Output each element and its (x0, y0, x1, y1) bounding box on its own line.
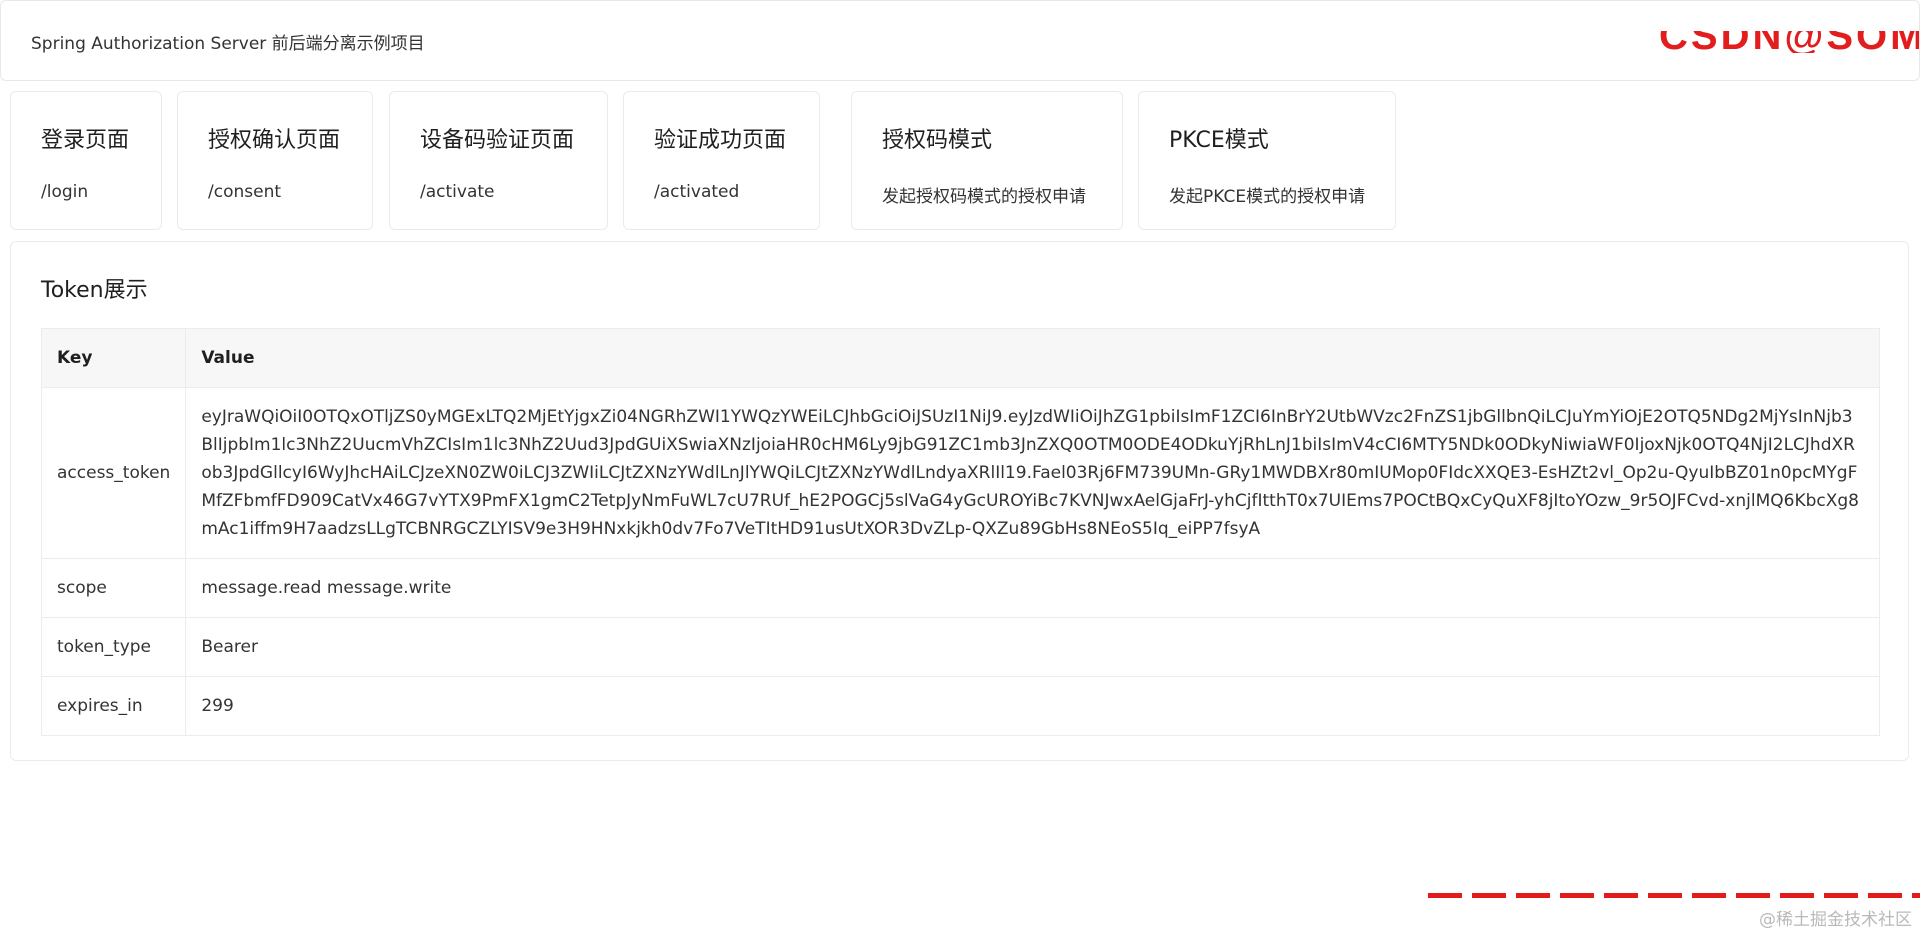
card-activate[interactable]: 设备码验证页面 /activate (389, 91, 608, 230)
token-panel: Token展示 Key Value access_token eyJraWQiO… (10, 241, 1909, 761)
watermark-bottom-text: @稀土掘金技术社区 (1759, 910, 1912, 930)
row-key: scope (40, 558, 187, 618)
column-header-value: Value (185, 328, 1880, 388)
card-pkce[interactable]: PKCE模式 发起PKCE模式的授权申请 (1138, 91, 1396, 230)
card-title: 授权确认页面 (208, 128, 341, 153)
card-title: 验证成功页面 (654, 128, 787, 153)
card-authorization-code[interactable]: 授权码模式 发起授权码模式的授权申请 (851, 91, 1123, 230)
card-desc: 发起授权码模式的授权申请 (882, 187, 1086, 207)
row-value: 299 (185, 676, 1880, 736)
card-desc: /activate (420, 182, 495, 202)
row-value: Bearer (185, 617, 1880, 677)
table-header-row: Key Value (40, 328, 1880, 388)
table-row: expires_in 299 (40, 676, 1880, 736)
app-header: Spring Authorization Server 前后端分离示例项目 CS… (0, 0, 1920, 81)
card-login[interactable]: 登录页面 /login (10, 91, 162, 230)
row-value: eyJraWQiOiI0OTQxOTljZS0yMGExLTQ2MjEtYjgx… (185, 387, 1880, 559)
table-row: token_type Bearer (40, 617, 1880, 677)
token-panel-title: Token展示 (41, 278, 148, 303)
card-title: 授权码模式 (882, 128, 993, 153)
watermark-top: CSDN@SOM (1659, 31, 1919, 53)
card-desc: /consent (208, 182, 282, 202)
card-title: 登录页面 (41, 128, 130, 153)
watermark-bottom: @稀土掘金技术社区 (1340, 893, 1920, 935)
card-title: 设备码验证页面 (420, 128, 575, 153)
card-desc: 发起PKCE模式的授权申请 (1169, 187, 1366, 207)
row-key: access_token (40, 387, 187, 559)
card-desc: /login (41, 182, 89, 202)
table-row: access_token eyJraWQiOiI0OTQxOTljZS0yMGE… (40, 387, 1880, 559)
app-title: Spring Authorization Server 前后端分离示例项目 (31, 34, 425, 54)
watermark-bottom-red-text (1428, 893, 1920, 898)
card-activated[interactable]: 验证成功页面 /activated (623, 91, 820, 230)
card-desc: /activated (654, 182, 740, 202)
token-table: Key Value access_token eyJraWQiOiI0OTQxO… (40, 328, 1880, 736)
row-value: message.read message.write (185, 558, 1880, 618)
watermark-top-text: CSDN@SOM (1659, 31, 1919, 53)
row-key: expires_in (40, 676, 187, 736)
card-title: PKCE模式 (1169, 128, 1269, 153)
card-consent[interactable]: 授权确认页面 /consent (177, 91, 373, 230)
column-header-key: Key (40, 328, 187, 388)
table-row: scope message.read message.write (40, 558, 1880, 618)
row-key: token_type (40, 617, 187, 677)
